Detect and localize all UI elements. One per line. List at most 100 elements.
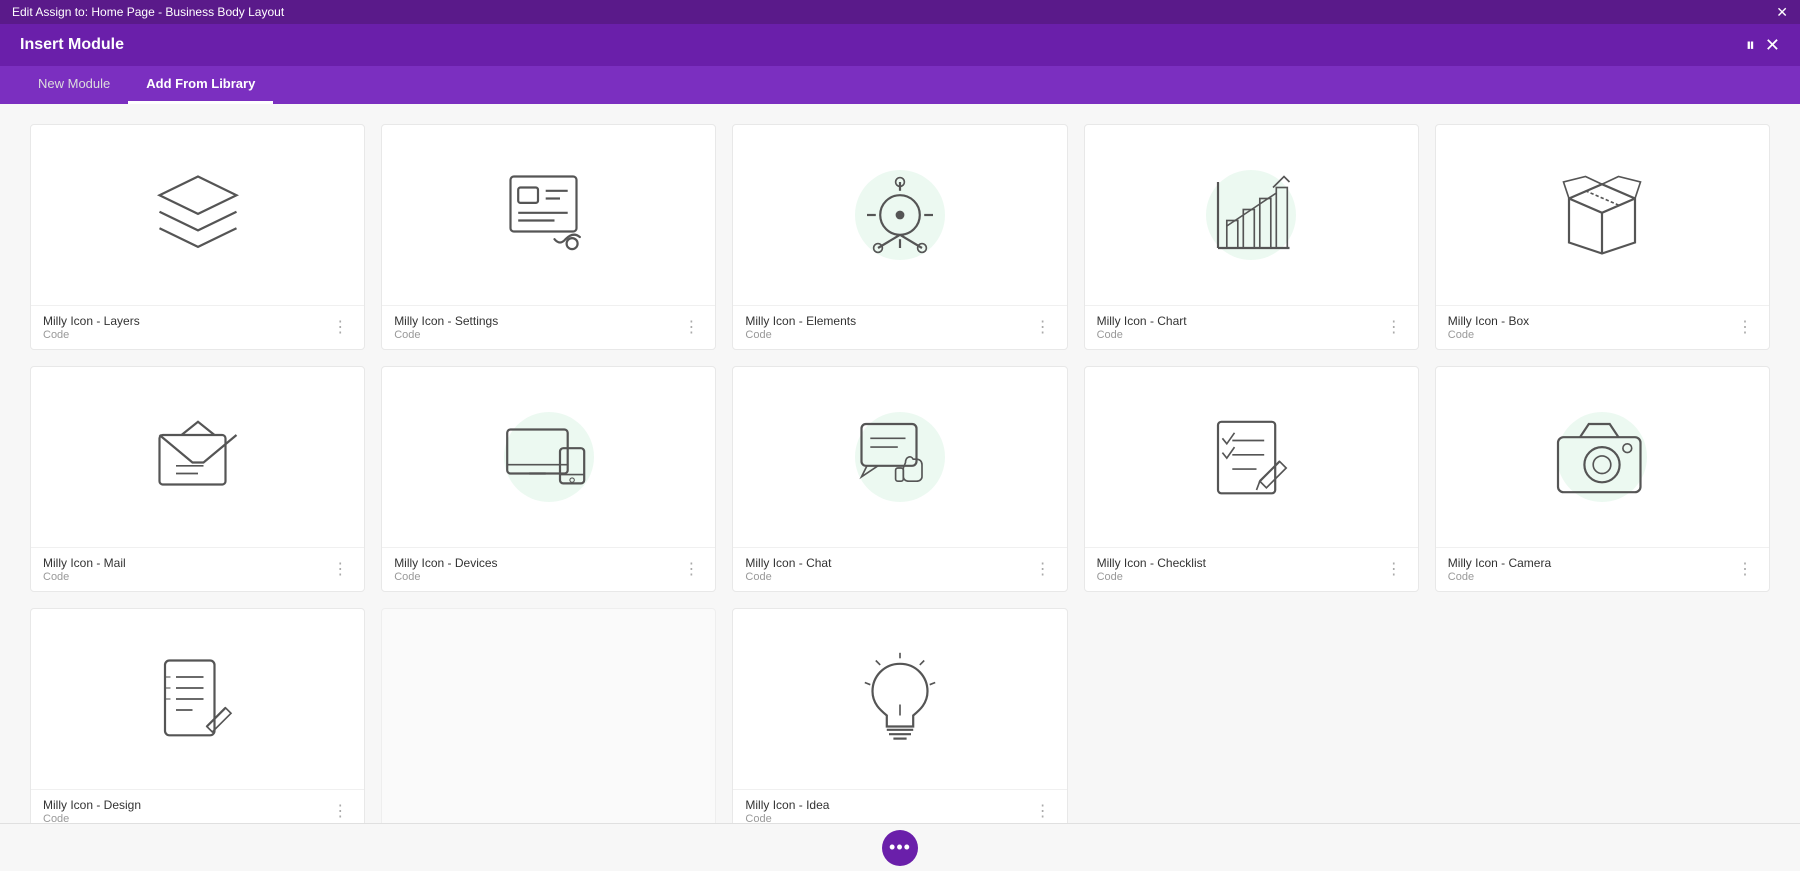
title-bar-label: Edit Assign to: Home Page - Business Bod… [12,5,284,19]
card-box-info: Milly Icon - Box Code [1448,314,1529,341]
card-mail-info: Milly Icon - Mail Code [43,556,126,583]
card-empty-1-icon-area [382,609,715,789]
card-idea[interactable]: Milly Icon - Idea Code ⋮ [732,608,1067,823]
content-area[interactable]: Milly Icon - Layers Code ⋮ [0,104,1800,823]
card-chart[interactable]: Milly Icon - Chart Code ⋮ [1084,124,1419,350]
layers-icon [143,160,253,270]
design-icon [143,644,253,754]
card-mail[interactable]: Milly Icon - Mail Code ⋮ [30,366,365,592]
card-settings-type: Code [394,329,498,341]
card-layers-info: Milly Icon - Layers Code [43,314,140,341]
card-elements-type: Code [745,329,856,341]
modal-title: Insert Module [20,36,124,54]
card-mail-icon-area [31,367,364,547]
bottom-bar: ••• [0,823,1800,871]
chart-icon [1196,160,1306,270]
modal-header-actions: ⏸ ✕ [1746,36,1780,54]
card-empty-1 [381,608,716,823]
card-layers[interactable]: Milly Icon - Layers Code ⋮ [30,124,365,350]
chat-icon [845,402,955,512]
card-idea-menu[interactable]: ⋮ [1031,802,1055,822]
card-devices-footer: Milly Icon - Devices Code ⋮ [382,547,715,591]
checklist-icon [1196,402,1306,512]
card-checklist-name: Milly Icon - Checklist [1097,556,1206,570]
card-checklist-icon-area [1085,367,1418,547]
box-icon [1547,160,1657,270]
card-design-icon-area [31,609,364,789]
card-elements-menu[interactable]: ⋮ [1031,318,1055,338]
card-elements[interactable]: Milly Icon - Elements Code ⋮ [732,124,1067,350]
modal-header: Insert Module ⏸ ✕ [0,24,1800,66]
card-devices-type: Code [394,571,497,583]
card-chart-footer: Milly Icon - Chart Code ⋮ [1085,305,1418,349]
card-camera-info: Milly Icon - Camera Code [1448,556,1551,583]
card-chart-menu[interactable]: ⋮ [1382,318,1406,338]
card-devices[interactable]: Milly Icon - Devices Code ⋮ [381,366,716,592]
card-mail-name: Milly Icon - Mail [43,556,126,570]
card-checklist-type: Code [1097,571,1206,583]
card-elements-info: Milly Icon - Elements Code [745,314,856,341]
card-chart-info: Milly Icon - Chart Code [1097,314,1187,341]
modal-close-button[interactable]: ✕ [1765,36,1780,54]
camera-icon [1547,402,1657,512]
card-chat-menu[interactable]: ⋮ [1031,560,1055,580]
card-camera-type: Code [1448,571,1551,583]
elements-icon [845,160,955,270]
more-button[interactable]: ••• [882,830,918,866]
card-settings-footer: Milly Icon - Settings Code ⋮ [382,305,715,349]
card-settings-info: Milly Icon - Settings Code [394,314,498,341]
mail-icon [143,402,253,512]
modal-pause-button[interactable]: ⏸ [1746,36,1755,54]
card-box-menu[interactable]: ⋮ [1733,318,1757,338]
card-chart-type: Code [1097,329,1187,341]
card-chat-type: Code [745,571,831,583]
card-layers-name: Milly Icon - Layers [43,314,140,328]
card-elements-footer: Milly Icon - Elements Code ⋮ [733,305,1066,349]
card-design-menu[interactable]: ⋮ [328,802,352,822]
card-layers-footer: Milly Icon - Layers Code ⋮ [31,305,364,349]
card-elements-name: Milly Icon - Elements [745,314,856,328]
card-checklist-menu[interactable]: ⋮ [1382,560,1406,580]
card-camera-menu[interactable]: ⋮ [1733,560,1757,580]
card-design-type: Code [43,813,141,823]
card-settings-icon-area [382,125,715,305]
card-mail-menu[interactable]: ⋮ [328,560,352,580]
card-idea-name: Milly Icon - Idea [745,798,829,812]
card-idea-footer: Milly Icon - Idea Code ⋮ [733,789,1066,823]
card-chart-icon-area [1085,125,1418,305]
card-design-info: Milly Icon - Design Code [43,798,141,823]
card-design-name: Milly Icon - Design [43,798,141,812]
card-box-type: Code [1448,329,1529,341]
card-layers-menu[interactable]: ⋮ [328,318,352,338]
tab-add-from-library[interactable]: Add From Library [128,66,273,104]
card-box[interactable]: Milly Icon - Box Code ⋮ [1435,124,1770,350]
card-elements-icon-area [733,125,1066,305]
card-checklist[interactable]: Milly Icon - Checklist Code ⋮ [1084,366,1419,592]
card-chat-icon-area [733,367,1066,547]
card-mail-type: Code [43,571,126,583]
cards-grid: Milly Icon - Layers Code ⋮ [30,124,1770,823]
modal: Insert Module ⏸ ✕ New Module Add From Li… [0,24,1800,871]
card-devices-info: Milly Icon - Devices Code [394,556,497,583]
tab-new-module[interactable]: New Module [20,66,128,104]
card-idea-icon-area [733,609,1066,789]
title-bar-close[interactable]: ✕ [1776,4,1788,21]
card-checklist-info: Milly Icon - Checklist Code [1097,556,1206,583]
card-camera[interactable]: Milly Icon - Camera Code ⋮ [1435,366,1770,592]
card-devices-menu[interactable]: ⋮ [679,560,703,580]
card-idea-type: Code [745,813,829,823]
card-settings-menu[interactable]: ⋮ [679,318,703,338]
devices-icon [494,402,604,512]
card-box-footer: Milly Icon - Box Code ⋮ [1436,305,1769,349]
card-mail-footer: Milly Icon - Mail Code ⋮ [31,547,364,591]
card-chat-name: Milly Icon - Chat [745,556,831,570]
card-camera-footer: Milly Icon - Camera Code ⋮ [1436,547,1769,591]
card-chat[interactable]: Milly Icon - Chat Code ⋮ [732,366,1067,592]
card-design[interactable]: Milly Icon - Design Code ⋮ [30,608,365,823]
card-settings[interactable]: Milly Icon - Settings Code ⋮ [381,124,716,350]
card-settings-name: Milly Icon - Settings [394,314,498,328]
card-idea-info: Milly Icon - Idea Code [745,798,829,823]
card-chart-name: Milly Icon - Chart [1097,314,1187,328]
card-chat-footer: Milly Icon - Chat Code ⋮ [733,547,1066,591]
tab-bar: New Module Add From Library [0,66,1800,104]
